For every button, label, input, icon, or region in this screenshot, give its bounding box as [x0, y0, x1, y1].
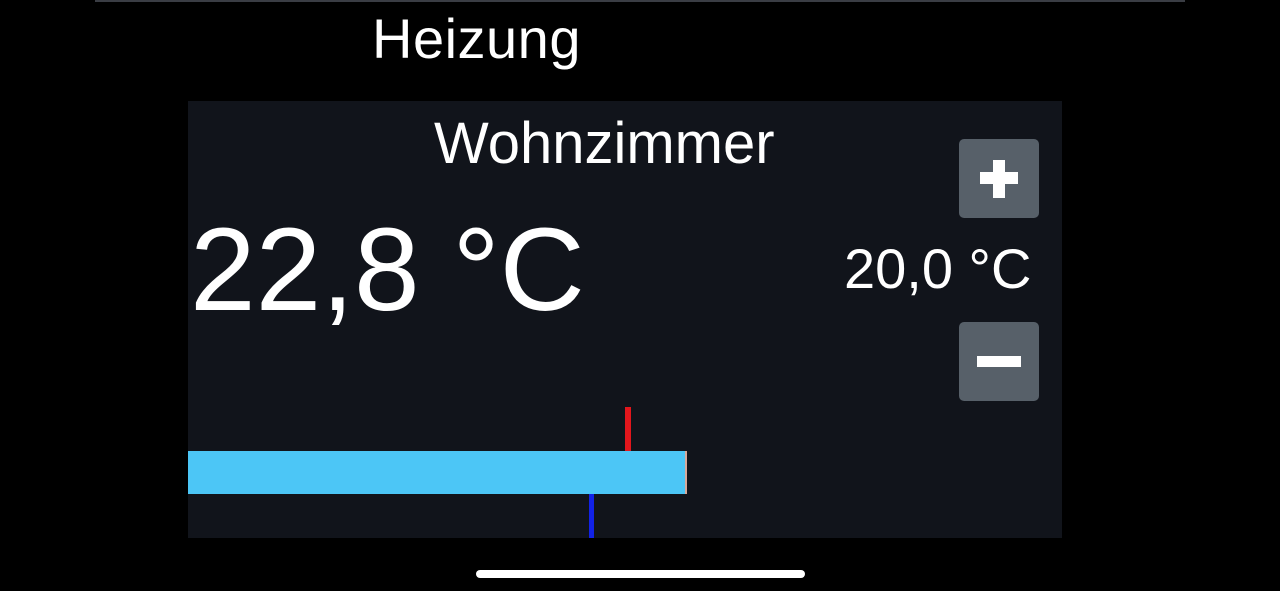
- decrease-temperature-button[interactable]: [959, 322, 1039, 401]
- screen: Heizung Wohnzimmer 22,8 °C 20,0 °C: [0, 0, 1280, 591]
- increase-temperature-button[interactable]: [959, 139, 1039, 218]
- thermostat-panel: Wohnzimmer 22,8 °C 20,0 °C: [188, 101, 1062, 538]
- plus-icon: [980, 160, 1018, 198]
- temperature-bar: [188, 451, 1062, 494]
- home-indicator[interactable]: [476, 570, 805, 578]
- target-marker-red: [624, 407, 631, 451]
- current-temperature: 22,8 °C: [190, 204, 585, 336]
- page-title: Heizung: [372, 7, 581, 70]
- target-marker-blue: [588, 494, 594, 538]
- setpoint-temperature: 20,0 °C: [844, 237, 1032, 300]
- minus-icon: [977, 356, 1021, 367]
- temperature-bar-fill: [188, 451, 688, 494]
- top-divider: [95, 0, 1185, 2]
- room-name: Wohnzimmer: [434, 111, 775, 176]
